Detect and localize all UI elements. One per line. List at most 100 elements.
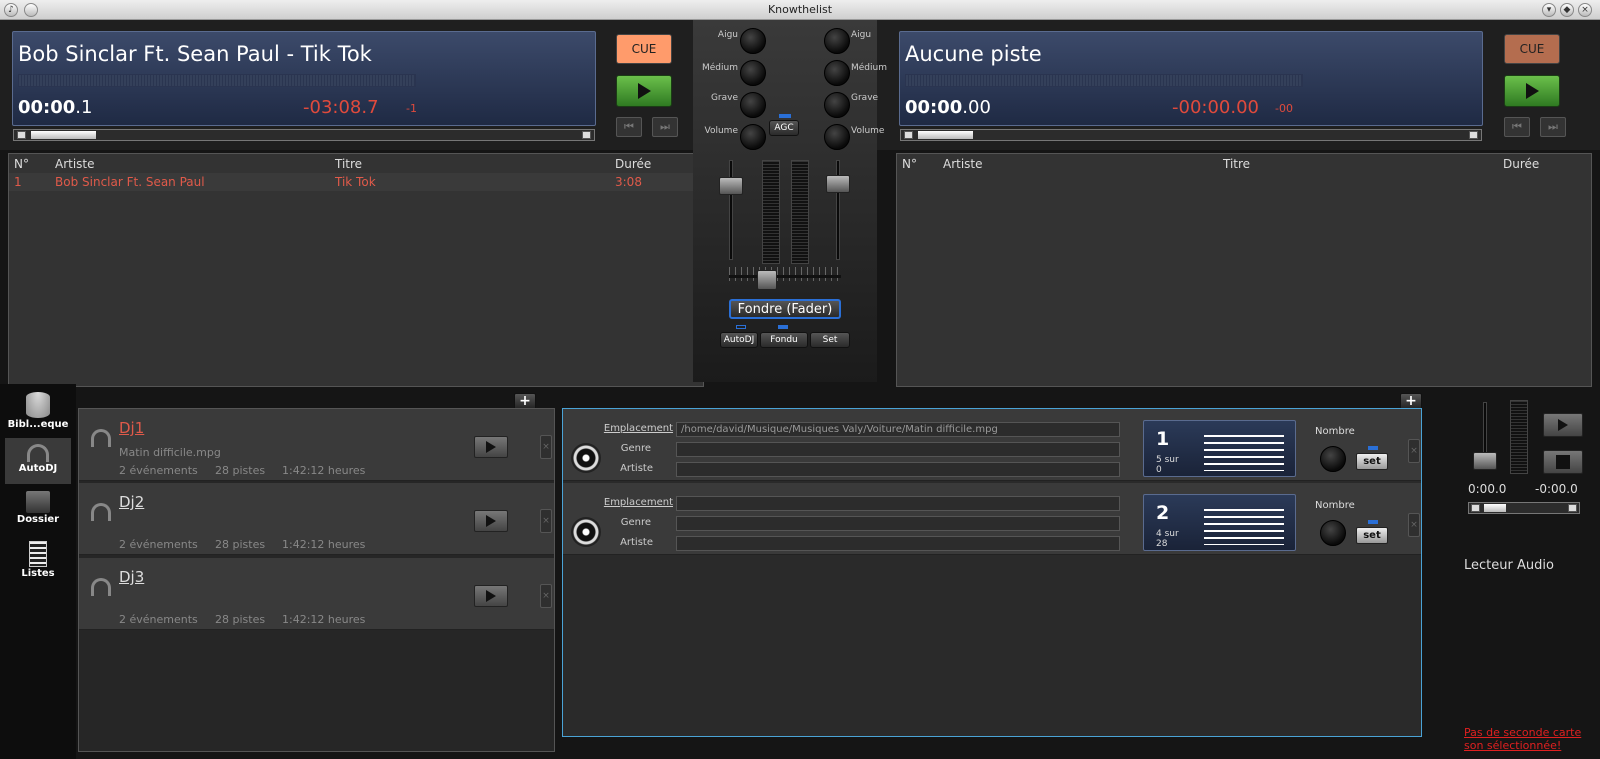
dj-remove-button[interactable]: × bbox=[540, 509, 552, 533]
player-volume-thumb[interactable] bbox=[1473, 452, 1497, 470]
volume-slider-right-thumb[interactable] bbox=[826, 175, 850, 193]
col-artist[interactable]: Artiste bbox=[55, 157, 95, 171]
deck-right-seek-thumb[interactable] bbox=[918, 131, 973, 139]
pin-icon[interactable] bbox=[24, 3, 38, 17]
list-item[interactable]: Emplacement /home/david/Musique/Musiques… bbox=[563, 409, 1421, 481]
artiste-select[interactable] bbox=[676, 536, 1120, 551]
nombre-knob[interactable] bbox=[1320, 446, 1346, 472]
player-seek-thumb[interactable] bbox=[1484, 504, 1506, 512]
player-vu-meter bbox=[1510, 400, 1528, 474]
event-set-button[interactable]: set bbox=[1356, 527, 1388, 544]
minimize-icon[interactable]: ▾ bbox=[1542, 3, 1556, 17]
deck-left-seekbar[interactable] bbox=[13, 129, 595, 141]
aigu-knob-left[interactable] bbox=[740, 28, 766, 54]
deck-left-cue-button[interactable]: CUE bbox=[616, 34, 672, 64]
set-button[interactable]: Set bbox=[810, 332, 850, 348]
volume-slider-left[interactable] bbox=[729, 160, 733, 260]
crossfader-track[interactable] bbox=[729, 275, 841, 278]
dj-play-button[interactable] bbox=[474, 436, 508, 458]
emplacement-label[interactable]: Emplacement bbox=[603, 497, 673, 508]
grave-knob-left[interactable] bbox=[740, 92, 766, 118]
col-title[interactable]: Titre bbox=[1223, 157, 1250, 171]
headphones-icon bbox=[91, 429, 111, 447]
play-icon bbox=[486, 441, 496, 453]
nombre-knob[interactable] bbox=[1320, 520, 1346, 546]
deck-right-prev-button[interactable]: ⏮ bbox=[1504, 117, 1530, 137]
deck-left-next-button[interactable]: ⏭ bbox=[652, 117, 678, 137]
sidebar-item-library[interactable]: Bibl...eque bbox=[5, 389, 71, 435]
grave-knob-right[interactable] bbox=[824, 92, 850, 118]
col-title[interactable]: Titre bbox=[335, 157, 362, 171]
dj-remove-button[interactable]: × bbox=[540, 435, 552, 459]
nombre-label: Nombre bbox=[1315, 426, 1355, 437]
event-remove-button[interactable]: × bbox=[1408, 513, 1420, 537]
deck-left-waveform bbox=[18, 74, 416, 87]
autodj-button[interactable]: AutoDJ bbox=[720, 332, 758, 348]
fondu-button[interactable]: Fondu bbox=[760, 332, 808, 348]
genre-select[interactable] bbox=[676, 442, 1120, 457]
sidebar-item-lists[interactable]: Listes bbox=[5, 538, 71, 584]
table-row[interactable]: 1 Bob Sinclar Ft. Sean Paul Tik Tok 3:08 bbox=[9, 173, 703, 191]
event-remove-button[interactable]: × bbox=[1408, 439, 1420, 463]
dj-name[interactable]: Dj1 bbox=[119, 419, 144, 437]
aigu-knob-right[interactable] bbox=[824, 28, 850, 54]
genre-label: Genre bbox=[620, 443, 651, 454]
list-item[interactable]: Dj1 Matin difficile.mpg 2 événements 28 … bbox=[79, 409, 554, 481]
deck-right-play-button[interactable] bbox=[1504, 75, 1560, 107]
emplacement-label[interactable]: Emplacement bbox=[603, 423, 673, 434]
emplacement-field[interactable]: /home/david/Musique/Musiques Valy/Voitur… bbox=[676, 422, 1120, 437]
volume-label-right: Volume bbox=[851, 126, 885, 136]
col-num[interactable]: N° bbox=[14, 157, 29, 171]
genre-select[interactable] bbox=[676, 516, 1120, 531]
agc-button[interactable]: AGC bbox=[769, 120, 799, 136]
dj-name[interactable]: Dj2 bbox=[119, 493, 144, 511]
dj-name[interactable]: Dj3 bbox=[119, 568, 144, 586]
deck-left-display: Bob Sinclar Ft. Sean Paul - Tik Tok 00:0… bbox=[12, 31, 596, 126]
sidebar-item-autodj[interactable]: AutoDJ bbox=[5, 438, 71, 484]
player-seekbar[interactable] bbox=[1468, 502, 1580, 514]
stop-icon bbox=[1556, 455, 1570, 469]
vu-meter-right bbox=[791, 160, 809, 264]
col-duration[interactable]: Durée bbox=[615, 157, 651, 171]
volume-knob-left[interactable] bbox=[740, 124, 766, 150]
deck-left-seek-thumb[interactable] bbox=[31, 131, 96, 139]
medium-knob-left[interactable] bbox=[740, 60, 766, 86]
artiste-select[interactable] bbox=[676, 462, 1120, 477]
col-artist[interactable]: Artiste bbox=[943, 157, 983, 171]
dj-remove-button[interactable]: × bbox=[540, 584, 552, 608]
deck-right-seekbar[interactable] bbox=[900, 129, 1482, 141]
sidebar-item-folder[interactable]: Dossier bbox=[5, 488, 71, 534]
player-stop-button[interactable] bbox=[1543, 450, 1583, 474]
volume-knob-right[interactable] bbox=[824, 124, 850, 150]
list-item[interactable]: Dj3 2 événements 28 pistes 1:42:12 heure… bbox=[79, 558, 554, 630]
deck-right-pitch: -00 bbox=[1275, 102, 1293, 115]
player-play-button[interactable] bbox=[1543, 413, 1583, 437]
event-set-button[interactable]: set bbox=[1356, 453, 1388, 470]
artiste-label: Artiste bbox=[620, 537, 653, 548]
deck-left-prev-button[interactable]: ⏮ bbox=[616, 117, 642, 137]
deck-right-next-button[interactable]: ⏭ bbox=[1540, 117, 1566, 137]
app-menu-icon[interactable]: ♪ bbox=[4, 3, 18, 17]
medium-label-right: Médium bbox=[851, 63, 887, 73]
crossfader-thumb[interactable] bbox=[757, 270, 777, 290]
col-num[interactable]: N° bbox=[902, 157, 917, 171]
playlist-left[interactable]: N° Artiste Titre Durée 1 Bob Sinclar Ft.… bbox=[8, 153, 704, 387]
list-item[interactable]: Emplacement Genre Artiste 2 4 sur 28 Nom… bbox=[563, 483, 1421, 555]
dj-play-button[interactable] bbox=[474, 585, 508, 607]
close-icon[interactable]: × bbox=[1578, 3, 1592, 17]
list-item[interactable]: Dj2 2 événements 28 pistes 1:42:12 heure… bbox=[79, 483, 554, 555]
sound-card-warning[interactable]: Pas de seconde carte son sélectionnée! bbox=[1464, 726, 1598, 752]
col-duration[interactable]: Durée bbox=[1503, 157, 1539, 171]
maximize-icon[interactable]: ◆ bbox=[1560, 3, 1574, 17]
playlist-right[interactable]: N° Artiste Titre Durée bbox=[896, 153, 1592, 387]
deck-left-play-button[interactable] bbox=[616, 75, 672, 107]
deck-right-cue-button[interactable]: CUE bbox=[1504, 34, 1560, 64]
dj-play-button[interactable] bbox=[474, 510, 508, 532]
deck-left-elapsed: 00:00.1 bbox=[18, 97, 93, 118]
emplacement-field[interactable] bbox=[676, 496, 1120, 511]
medium-knob-right[interactable] bbox=[824, 60, 850, 86]
volume-slider-left-thumb[interactable] bbox=[719, 177, 743, 195]
fader-button[interactable]: Fondre (Fader) bbox=[729, 299, 841, 319]
dj-duration: 1:42:12 heures bbox=[282, 464, 366, 477]
deck-left: Bob Sinclar Ft. Sean Paul - Tik Tok 00:0… bbox=[0, 20, 693, 150]
